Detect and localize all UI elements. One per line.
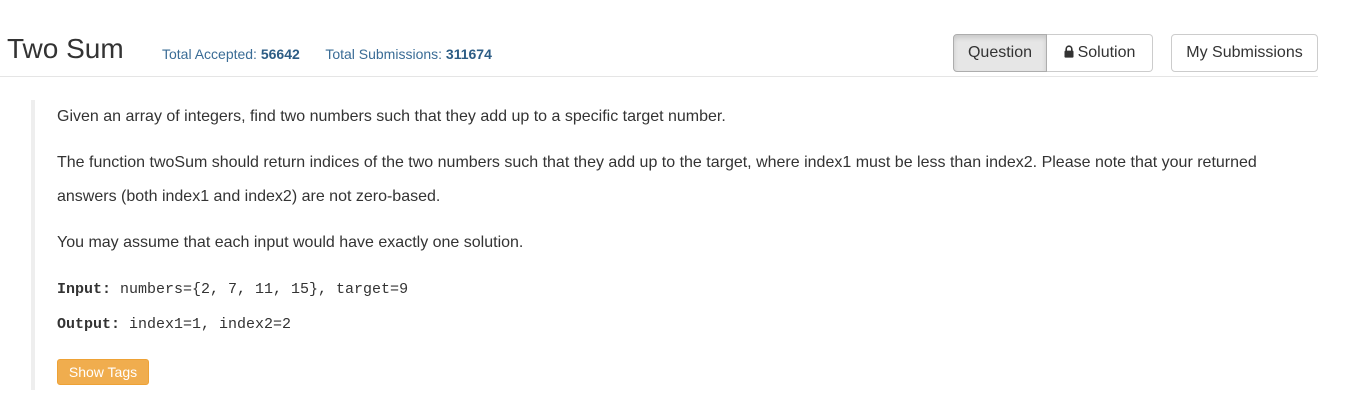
my-submissions-button[interactable]: My Submissions <box>1171 34 1318 72</box>
problem-header: Two Sum Total Accepted: 56642 Total Subm… <box>0 0 1318 77</box>
output-label: Output: <box>57 316 121 333</box>
output-value: index1=1, index2=2 <box>120 316 292 333</box>
input-value: numbers={2, 7, 11, 15}, target=9 <box>111 281 409 298</box>
question-button[interactable]: Question <box>953 34 1047 72</box>
description-paragraph: Given an array of integers, find two num… <box>57 108 726 125</box>
my-submissions-label: My Submissions <box>1186 44 1303 61</box>
problem-stats: Total Accepted: 56642 Total Submissions:… <box>162 45 492 63</box>
description-paragraph: The function twoSum should return indice… <box>57 154 1257 205</box>
accepted-count: 56642 <box>260 46 300 62</box>
example-output: Output: index1=1, index2=2 <box>57 315 291 335</box>
solution-button[interactable]: Solution <box>1047 34 1153 72</box>
solution-button-label: Solution <box>1077 44 1136 61</box>
show-tags-button[interactable]: Show Tags <box>57 359 149 385</box>
problem-description: Given an array of integers, find two num… <box>31 100 1295 390</box>
submissions-label: Total Submissions: <box>325 46 443 62</box>
page-title: Two Sum <box>7 33 124 64</box>
question-solution-tabs: Question Solution <box>953 34 1153 72</box>
description-paragraph: You may assume that each input would hav… <box>57 234 524 251</box>
question-button-label: Question <box>967 44 1033 61</box>
lock-icon <box>1064 45 1074 63</box>
input-label: Input: <box>57 281 112 298</box>
accepted-label: Total Accepted: <box>162 46 257 62</box>
example-input: Input: numbers={2, 7, 11, 15}, target=9 <box>57 280 408 300</box>
submissions-count: 311674 <box>445 46 492 62</box>
